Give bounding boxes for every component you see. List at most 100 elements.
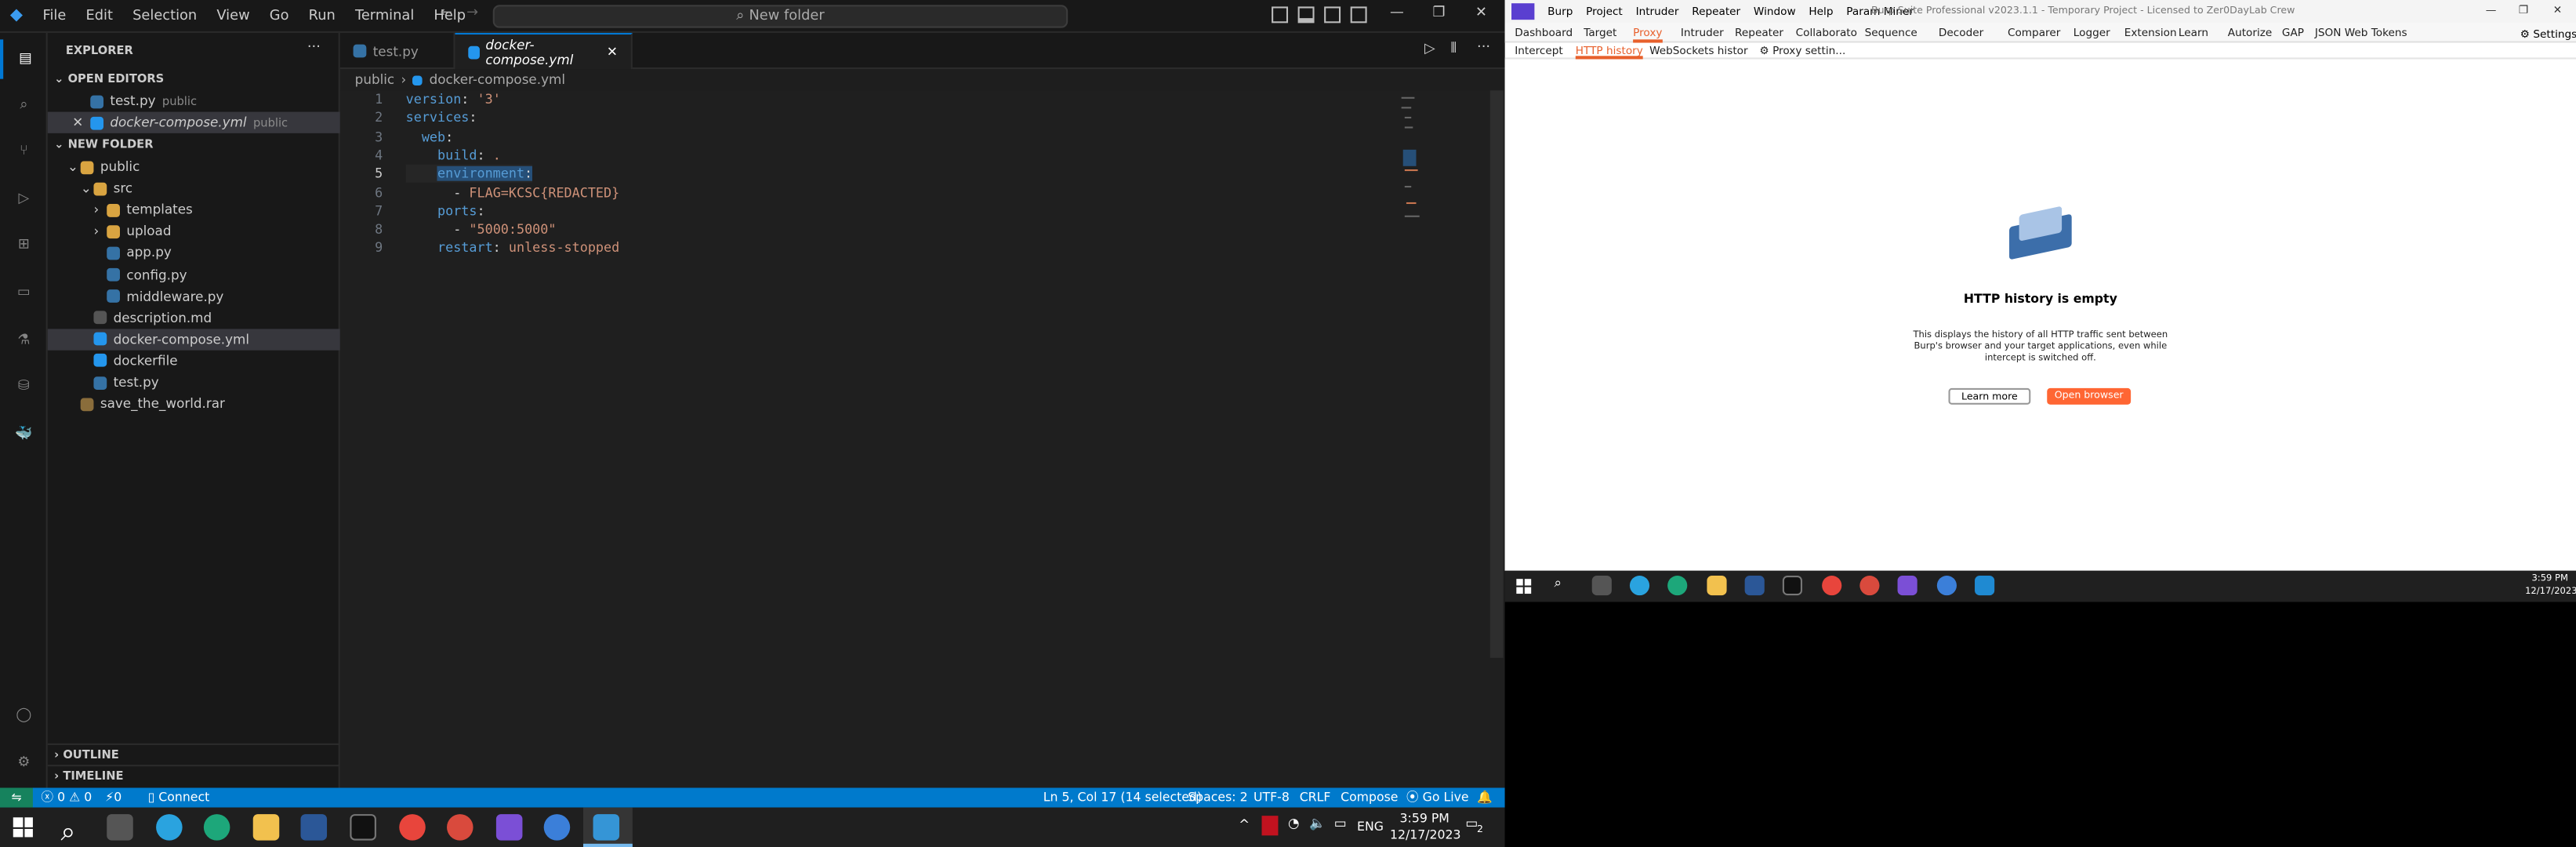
network-icon[interactable]: ◔: [1288, 816, 1300, 831]
language-mode[interactable]: Compose: [1341, 788, 1398, 808]
ports-indicator[interactable]: ⚡0: [105, 788, 122, 808]
burp-tab-json-web-tokens[interactable]: JSON Web Tokens: [2315, 23, 2407, 42]
burp-menu-project[interactable]: Project: [1580, 0, 1629, 23]
notifications-bell-icon[interactable]: 🔔: [1477, 788, 1493, 808]
burp-menu-intruder[interactable]: Intruder: [1629, 0, 1685, 23]
tree-item[interactable]: middleware.py: [48, 285, 340, 307]
burp-tab-comparer[interactable]: Comparer: [2008, 23, 2060, 42]
search-icon[interactable]: ⌕: [1555, 576, 1562, 592]
more-actions-icon[interactable]: ···: [1477, 39, 1490, 56]
end-of-line[interactable]: CRLF: [1300, 788, 1331, 808]
chrome-icon[interactable]: [1822, 575, 1842, 596]
open-browser-button[interactable]: Open browser: [2047, 387, 2132, 405]
burp-tab-gap[interactable]: GAP: [2282, 23, 2304, 42]
burp-tab-sequence[interactable]: Sequence: [1865, 23, 1917, 42]
burp-tab-collaborato[interactable]: Collaborato: [1796, 23, 1857, 42]
clock-time[interactable]: 3:59 PM: [1400, 811, 1449, 826]
tree-item[interactable]: › templates: [48, 199, 340, 220]
burp-tab-learn[interactable]: Learn: [2179, 23, 2208, 42]
search-icon[interactable]: ⌕: [0, 85, 48, 125]
breadcrumb-folder[interactable]: public: [355, 72, 394, 87]
chevron-up-icon[interactable]: ^: [1239, 817, 1250, 832]
back-icon[interactable]: ←: [441, 5, 452, 21]
database-icon[interactable]: ⛁: [0, 367, 48, 406]
account-icon[interactable]: ◯: [0, 696, 48, 735]
tab-test-py[interactable]: test.py: [340, 32, 455, 70]
subtab-websockets-history[interactable]: WebSockets histor: [1649, 43, 1748, 60]
file-explorer-icon[interactable]: [252, 814, 280, 841]
task-view-icon[interactable]: [1591, 575, 1612, 596]
clock-time[interactable]: 3:59 PM: [2531, 574, 2567, 584]
chrome-profile-icon[interactable]: [447, 814, 473, 841]
burp-tab-extension[interactable]: Extension: [2124, 23, 2177, 42]
indentation[interactable]: Spaces: 2: [1188, 788, 1247, 808]
burp-tab-target[interactable]: Target: [1584, 23, 1616, 42]
toggle-secondary-sidebar-icon[interactable]: [1324, 6, 1341, 24]
folder-header[interactable]: ⌄ NEW FOLDER: [48, 135, 340, 156]
toggle-sidebar-icon[interactable]: [1272, 6, 1289, 24]
tree-item[interactable]: app.py: [48, 242, 340, 264]
burp-menu-help[interactable]: Help: [1802, 0, 1840, 23]
docker-icon[interactable]: 🐳: [0, 414, 48, 453]
menu-file[interactable]: File: [33, 0, 76, 32]
notification-center-icon[interactable]: ▭: [1465, 816, 1478, 831]
terminal-icon[interactable]: [350, 814, 376, 841]
burp-tab-autorize[interactable]: Autorize: [2228, 23, 2273, 42]
antivirus-icon[interactable]: [1261, 816, 1279, 836]
menu-terminal[interactable]: Terminal: [345, 0, 423, 32]
code-line[interactable]: ports:: [406, 202, 485, 221]
code-line[interactable]: web:: [406, 128, 453, 147]
breadcrumb-file[interactable]: docker-compose.yml: [430, 72, 565, 87]
close-icon[interactable]: ✕: [1475, 5, 1487, 21]
battery-icon[interactable]: ▭: [1334, 816, 1347, 831]
menu-edit[interactable]: Edit: [76, 0, 123, 32]
menu-view[interactable]: View: [207, 0, 259, 32]
chrome-profile-icon[interactable]: [1859, 575, 1880, 596]
burp-tab-proxy[interactable]: Proxy: [1633, 23, 1663, 43]
learn-more-button[interactable]: Learn more: [1948, 387, 2031, 405]
subtab-intercept[interactable]: Intercept: [1515, 43, 1563, 60]
tree-item[interactable]: › upload: [48, 221, 340, 242]
code-line[interactable]: restart: unless-stopped: [406, 239, 619, 258]
edge-icon[interactable]: [203, 814, 230, 841]
minimize-icon[interactable]: —: [1390, 5, 1404, 21]
tree-item[interactable]: ⌄ public: [48, 156, 340, 177]
search-icon[interactable]: ⌕: [61, 816, 76, 847]
tree-item[interactable]: description.md: [48, 307, 340, 329]
forward-icon[interactable]: →: [466, 5, 478, 21]
tree-item[interactable]: save_the_world.rar: [48, 393, 340, 414]
connect-button[interactable]: ▯ Connect: [148, 788, 210, 808]
subtab-proxy-settings[interactable]: ⚙ Proxy settin...: [1759, 43, 1845, 60]
tab-docker-compose[interactable]: docker-compose.yml ✕: [455, 32, 633, 70]
code-line[interactable]: build: .: [406, 146, 501, 165]
restore-icon[interactable]: ❐: [1432, 5, 1445, 21]
close-tab-icon[interactable]: ✕: [607, 45, 618, 60]
explorer-icon[interactable]: ▤: [0, 39, 48, 79]
cursor-position[interactable]: Ln 5, Col 17 (14 selected): [1043, 788, 1202, 808]
chrome-icon[interactable]: [399, 814, 426, 841]
code-line[interactable]: environment:: [406, 165, 533, 184]
terminal-icon[interactable]: [1782, 575, 1802, 596]
more-actions-icon[interactable]: ···: [307, 39, 321, 56]
code-editor[interactable]: 1 version: '3' 2 services: 3 web: 4 build: . 5…: [339, 90, 1505, 788]
burp-tab-dashboard[interactable]: Dashboard: [1515, 23, 1573, 42]
minimize-icon[interactable]: —: [2486, 3, 2497, 16]
run-icon[interactable]: ▷: [1424, 41, 1435, 57]
burp-tab-decoder[interactable]: Decoder: [1939, 23, 1983, 42]
burp-menu-window[interactable]: Window: [1747, 0, 1803, 23]
burp-tab-intruder[interactable]: Intruder: [1681, 23, 1724, 42]
menu-run[interactable]: Run: [299, 0, 345, 32]
browser-icon[interactable]: [543, 814, 571, 841]
command-center[interactable]: ⌕ New folder: [492, 5, 1068, 28]
testing-icon[interactable]: ⚗: [0, 321, 48, 360]
tree-item[interactable]: dockerfile: [48, 350, 340, 371]
code-line[interactable]: - "5000:5000": [406, 220, 556, 239]
code-line[interactable]: version: '3': [406, 90, 501, 109]
file-explorer-icon[interactable]: [1707, 575, 1727, 596]
extensions-icon[interactable]: ⊞: [0, 225, 48, 264]
open-editors-header[interactable]: ⌄ OPEN EDITORS: [48, 69, 340, 90]
code-line[interactable]: services:: [406, 109, 477, 128]
start-button-icon[interactable]: [1516, 579, 1532, 594]
task-view-icon[interactable]: [107, 814, 133, 841]
minimap[interactable]: [1391, 90, 1490, 238]
